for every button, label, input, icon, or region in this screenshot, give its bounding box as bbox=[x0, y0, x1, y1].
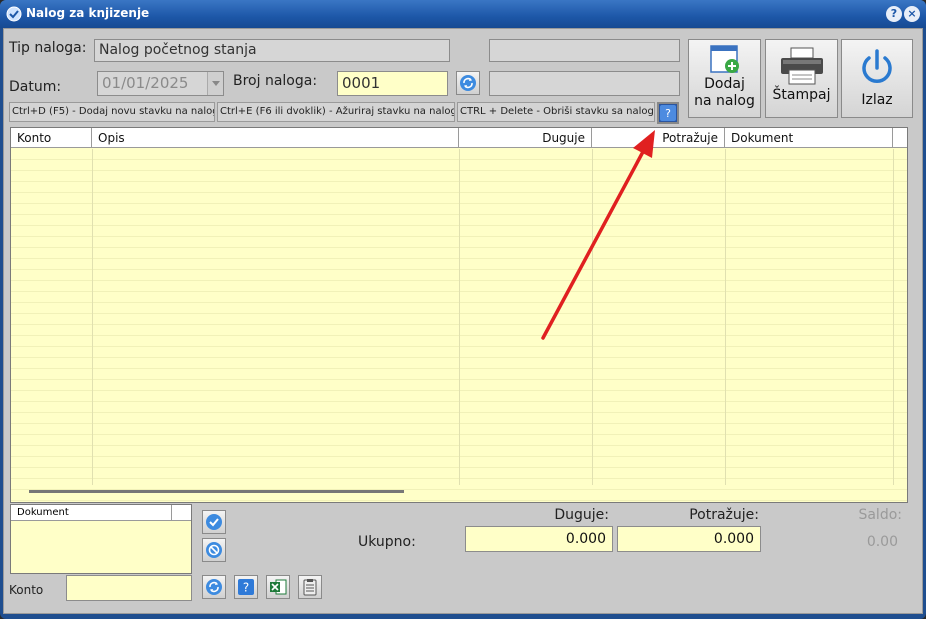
dodaj-line1: Dodaj bbox=[704, 76, 745, 92]
power-icon bbox=[862, 49, 892, 83]
refresh-icon bbox=[206, 579, 222, 595]
col-duguje[interactable]: Duguje bbox=[459, 128, 592, 148]
window-title: Nalog za knjizenje bbox=[26, 6, 150, 20]
chevron-down-icon bbox=[212, 81, 220, 86]
title-close-button[interactable]: × bbox=[904, 6, 920, 22]
konto-label: Konto bbox=[9, 583, 44, 597]
help-icon: ? bbox=[238, 579, 254, 595]
datum-label: Datum: bbox=[9, 79, 62, 95]
refresh-button[interactable] bbox=[202, 575, 226, 599]
grid-col-divider bbox=[92, 149, 93, 485]
dokument-panel[interactable]: Dokument bbox=[10, 504, 192, 574]
ukupno-label: Ukupno: bbox=[358, 534, 416, 550]
tip-naloga-extra-field[interactable] bbox=[489, 39, 680, 62]
datum-dropdown-button[interactable] bbox=[207, 72, 223, 95]
grid-col-divider bbox=[725, 149, 726, 485]
main-window: Nalog za knjizenje ? × Tip naloga: Nalog… bbox=[0, 0, 926, 619]
hint-help-button[interactable]: ? bbox=[657, 102, 679, 124]
grid-col-divider bbox=[592, 149, 593, 485]
hint-update: Ctrl+E (F6 ili dvoklik) - Ažuriraj stavk… bbox=[217, 102, 455, 122]
cancel-icon bbox=[206, 542, 222, 558]
saldo-value: 0.00 bbox=[866, 534, 898, 550]
dodaj-line2: na nalog bbox=[694, 93, 755, 109]
grid-col-divider bbox=[893, 149, 894, 485]
datum-value: 01/01/2025 bbox=[102, 74, 189, 92]
grid-col-divider bbox=[459, 149, 460, 485]
potrazuje-total-label: Potražuje: bbox=[689, 507, 759, 523]
refresh-broj-button[interactable] bbox=[456, 71, 480, 95]
broj-naloga-label: Broj naloga: bbox=[233, 73, 318, 89]
excel-icon bbox=[270, 579, 287, 595]
col-konto[interactable]: Konto bbox=[11, 128, 92, 148]
grid-horizontal-scrollbar[interactable] bbox=[29, 490, 404, 493]
check-icon bbox=[206, 514, 222, 530]
konto-field[interactable] bbox=[66, 575, 192, 601]
hint-delete: CTRL + Delete - Obriši stavku sa naloga bbox=[457, 102, 655, 122]
clipboard-icon bbox=[303, 579, 317, 596]
col-opis[interactable]: Opis bbox=[92, 128, 459, 148]
stampaj-button[interactable]: Štampaj bbox=[765, 39, 838, 118]
potrazuje-total-field: 0.000 bbox=[617, 526, 761, 552]
refresh-icon bbox=[460, 75, 476, 91]
tip-naloga-field[interactable]: Nalog početnog stanja bbox=[94, 39, 450, 62]
stampaj-label: Štampaj bbox=[772, 87, 831, 103]
grid-header: Konto Opis Duguje Potražuje Dokument bbox=[11, 128, 907, 148]
saldo-label: Saldo: bbox=[858, 507, 902, 523]
help-button[interactable]: ? bbox=[234, 575, 258, 599]
dokument-header: Dokument bbox=[11, 505, 191, 521]
col-potrazuje[interactable]: Potražuje bbox=[592, 128, 725, 148]
export-excel-button[interactable] bbox=[266, 575, 290, 599]
stavke-grid[interactable]: Konto Opis Duguje Potražuje Dokument bbox=[10, 127, 908, 503]
app-icon bbox=[6, 6, 22, 22]
izlaz-button[interactable]: Izlaz bbox=[841, 39, 913, 118]
help-icon: ? bbox=[660, 105, 676, 121]
add-document-icon bbox=[709, 45, 739, 73]
title-help-button[interactable]: ? bbox=[886, 6, 902, 22]
clipboard-button[interactable] bbox=[298, 575, 322, 599]
duguje-total-label: Duguje: bbox=[554, 507, 609, 523]
broj-naloga-extra-field[interactable] bbox=[489, 71, 680, 96]
svg-text:?: ? bbox=[665, 107, 671, 120]
col-dokument[interactable]: Dokument bbox=[725, 128, 893, 148]
broj-naloga-field[interactable]: 0001 bbox=[337, 71, 448, 96]
printer-icon bbox=[780, 47, 823, 85]
svg-text:?: ? bbox=[243, 581, 249, 595]
cancel-button[interactable] bbox=[202, 538, 226, 562]
tip-naloga-label: Tip naloga: bbox=[9, 40, 87, 56]
titlebar: Nalog za knjizenje ? × bbox=[0, 0, 926, 28]
hint-add: Ctrl+D (F5) - Dodaj novu stavku na nalog bbox=[9, 102, 215, 122]
dodaj-na-nalog-button[interactable]: Dodaj na nalog bbox=[688, 39, 761, 118]
dokument-header-divider bbox=[171, 505, 172, 521]
datum-field[interactable]: 01/01/2025 bbox=[97, 71, 224, 96]
duguje-total-field: 0.000 bbox=[465, 526, 613, 552]
izlaz-label: Izlaz bbox=[861, 92, 893, 108]
confirm-button[interactable] bbox=[202, 510, 226, 534]
dokument-header-label: Dokument bbox=[17, 507, 69, 518]
client-area: Tip naloga: Nalog početnog stanja Datum:… bbox=[3, 28, 923, 614]
